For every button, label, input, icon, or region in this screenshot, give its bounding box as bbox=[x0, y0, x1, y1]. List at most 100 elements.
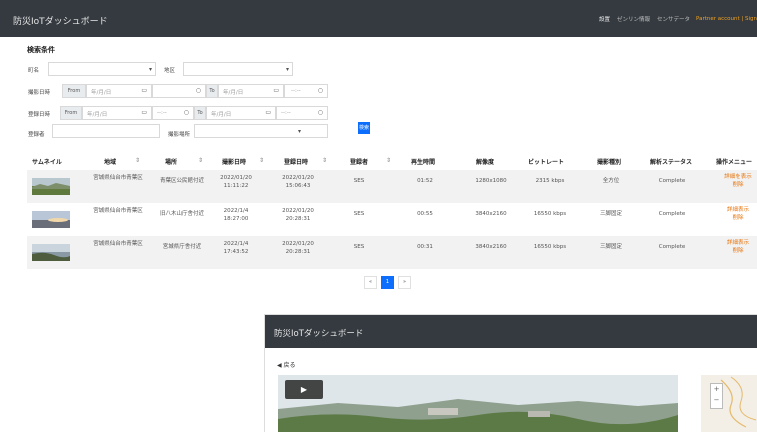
time-placeholder: --:-- bbox=[281, 110, 291, 116]
pagination: « 1 » bbox=[364, 276, 415, 289]
col-thumbnail: サムネイル bbox=[32, 159, 62, 166]
calendar-icon[interactable]: ▭ bbox=[141, 87, 147, 94]
app-title[interactable]: 防災IoTダッシュボード bbox=[13, 14, 108, 27]
row3-status: Complete bbox=[658, 244, 686, 250]
row3-detail-link[interactable]: 詳細表示 bbox=[716, 239, 757, 247]
row1-register-date: 2022/01/20 15:06:43 bbox=[282, 175, 314, 189]
row3-duration: 00:31 bbox=[417, 244, 433, 250]
col-place[interactable]: 場所 bbox=[165, 157, 177, 166]
capture-to-date-input[interactable]: 年/月/日 ▭ bbox=[218, 84, 284, 98]
back-link[interactable]: ◀ 戻る bbox=[277, 360, 296, 369]
capture-from-date-input[interactable]: 年/月/日 ▭ bbox=[86, 84, 152, 98]
capture-from-time-input[interactable]: ○ bbox=[152, 84, 206, 98]
row2-duration: 00:55 bbox=[417, 211, 433, 217]
row3-region: 宮城県仙台市青葉区 bbox=[93, 241, 143, 247]
row2-status: Complete bbox=[658, 211, 686, 217]
calendar-icon[interactable]: ▭ bbox=[273, 87, 279, 94]
sort-icon[interactable]: ⇕ bbox=[259, 157, 264, 164]
register-to-date-input[interactable]: 年/月/日 ▭ bbox=[206, 106, 276, 120]
row1-place: 青葉区公民館付近 bbox=[159, 178, 204, 184]
clock-icon[interactable]: ○ bbox=[196, 87, 201, 94]
col-register-date[interactable]: 登録日時 bbox=[284, 157, 308, 166]
search-button[interactable]: 検索 bbox=[358, 122, 370, 134]
sort-icon[interactable]: ⇕ bbox=[198, 157, 203, 164]
zoom-out-button[interactable]: − bbox=[711, 395, 722, 406]
time-placeholder: --:-- bbox=[291, 88, 301, 94]
city-select[interactable]: ▾ bbox=[48, 62, 156, 76]
sort-icon[interactable]: ⇕ bbox=[386, 157, 391, 164]
col-capture-date[interactable]: 撮影日時 bbox=[222, 157, 246, 166]
popup-title[interactable]: 防災IoTダッシュボード bbox=[274, 327, 363, 339]
clock-icon[interactable]: ○ bbox=[184, 109, 189, 116]
row1-duration: 01:52 bbox=[417, 178, 433, 184]
place-type-select[interactable]: ▾ bbox=[194, 124, 328, 138]
col-status: 解析ステータス bbox=[650, 159, 693, 166]
row3-type: 三脚固定 bbox=[599, 244, 622, 250]
area-select[interactable]: ▾ bbox=[183, 62, 293, 76]
calendar-icon[interactable]: ▭ bbox=[141, 109, 147, 116]
register-to-tag: To bbox=[194, 106, 206, 120]
nav-link-sensor[interactable]: センサデータ bbox=[657, 15, 690, 23]
nav-link-zenrin[interactable]: ゼンリン情報 bbox=[617, 15, 650, 23]
row1-capture-date: 2022/01/20 11:11:22 bbox=[220, 175, 252, 189]
next-page-button[interactable]: » bbox=[398, 276, 411, 289]
area-label: 地区 bbox=[164, 68, 176, 74]
user-account-link[interactable]: Partner account | Sign bbox=[696, 16, 757, 22]
row1-type: 全方位 bbox=[602, 178, 620, 184]
row1-delete-link[interactable]: 削除 bbox=[716, 181, 757, 189]
date-placeholder: 年/月/日 bbox=[223, 90, 244, 96]
registrant-input[interactable] bbox=[52, 124, 160, 138]
sunset-thumbnail[interactable] bbox=[32, 211, 70, 228]
date-placeholder: 年/月/日 bbox=[211, 112, 232, 118]
nav-link-settings[interactable]: 設置 bbox=[599, 15, 610, 23]
row3-registrant: SES bbox=[353, 244, 365, 250]
row2-delete-link[interactable]: 削除 bbox=[716, 214, 757, 222]
row2-resolution: 3840x2160 bbox=[475, 211, 507, 217]
map-zoom-control: + − bbox=[710, 383, 723, 409]
zoom-in-button[interactable]: + bbox=[711, 384, 722, 395]
capture-from-tag: From bbox=[62, 84, 86, 98]
sort-icon[interactable]: ⇕ bbox=[322, 157, 327, 164]
row2-type: 三脚固定 bbox=[599, 211, 622, 217]
col-region[interactable]: 地域 bbox=[104, 157, 116, 166]
detail-popup-window: 防災IoTダッシュボード ◀ 戻る ▶ + − bbox=[264, 314, 757, 432]
row2-place: 旧八木山庁舎付近 bbox=[159, 211, 204, 217]
clock-icon[interactable]: ○ bbox=[318, 109, 323, 116]
capture-to-time-input[interactable]: --:-- ○ bbox=[284, 84, 328, 98]
capture-to-tag: To bbox=[206, 84, 218, 98]
row1-region: 宮城県仙台市青葉区 bbox=[93, 175, 143, 181]
coast-thumbnail[interactable] bbox=[32, 244, 70, 261]
row2-register-date: 2022/01/20 20:28:31 bbox=[282, 208, 314, 222]
row1-status: Complete bbox=[658, 178, 686, 184]
row2-detail-link[interactable]: 詳細表示 bbox=[716, 206, 757, 214]
landscape-thumbnail[interactable] bbox=[32, 178, 70, 195]
page-1-button[interactable]: 1 bbox=[381, 276, 394, 289]
register-from-tag: From bbox=[60, 106, 82, 120]
register-from-date-input[interactable]: 年/月/日 ▭ bbox=[82, 106, 152, 120]
col-duration: 再生時間 bbox=[411, 159, 436, 166]
register-to-time-input[interactable]: --:-- ○ bbox=[276, 106, 328, 120]
row3-delete-link[interactable]: 削除 bbox=[716, 247, 757, 255]
row2-region: 宮城県仙台市青葉区 bbox=[93, 208, 143, 214]
register-from-time-input[interactable]: --:-- ○ bbox=[152, 106, 194, 120]
col-actions: 操作メニュー bbox=[716, 159, 753, 166]
popup-navbar: 防災IoTダッシュボード bbox=[265, 315, 757, 348]
chevron-down-icon: ▾ bbox=[297, 128, 301, 135]
col-type: 撮影種別 bbox=[597, 159, 622, 166]
row1-detail-link[interactable]: 詳細を表示 bbox=[716, 173, 757, 181]
prev-page-button[interactable]: « bbox=[364, 276, 377, 289]
chevron-down-icon: ▾ bbox=[148, 66, 152, 73]
play-button[interactable]: ▶ bbox=[285, 380, 323, 399]
row1-registrant: SES bbox=[353, 178, 365, 184]
col-registrant[interactable]: 登録者 bbox=[350, 157, 368, 166]
row3-bitrate: 16550 kbps bbox=[533, 244, 567, 250]
date-placeholder: 年/月/日 bbox=[87, 112, 108, 118]
calendar-icon[interactable]: ▭ bbox=[265, 109, 271, 116]
search-section-title: 検索条件 bbox=[27, 46, 55, 54]
clock-icon[interactable]: ○ bbox=[318, 87, 323, 94]
city-label: 町名 bbox=[28, 68, 40, 74]
sort-icon[interactable]: ⇕ bbox=[135, 157, 140, 164]
time-placeholder: --:-- bbox=[157, 110, 167, 116]
row3-register-date: 2022/01/20 20:28:31 bbox=[282, 241, 314, 255]
video-player[interactable] bbox=[278, 375, 678, 432]
